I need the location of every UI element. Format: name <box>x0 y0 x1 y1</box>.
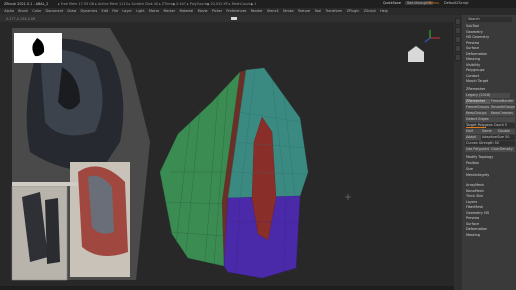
shelf-grip-handle[interactable] <box>231 17 237 20</box>
menu-help[interactable]: Help <box>380 8 388 15</box>
menu-file[interactable]: File <box>112 8 118 15</box>
adapt-button[interactable]: Adapt <box>465 135 481 140</box>
palette-section-geometry-hd[interactable]: Geometry HD <box>465 211 510 216</box>
palette-section-size[interactable]: Size <box>465 167 510 172</box>
target-polygons-slider[interactable]: Target Polygons Count 5 <box>465 123 515 128</box>
menu-preferences[interactable]: Preferences <box>226 8 246 15</box>
palette-section-surface[interactable]: Surface <box>465 46 492 51</box>
menu-transform[interactable]: Transform <box>325 8 342 15</box>
menu-tool[interactable]: Tool <box>315 8 322 15</box>
navigation-gizmo-icon[interactable] <box>408 30 440 62</box>
palette-section-masking[interactable]: Masking <box>465 57 492 62</box>
zremesher-legacy-button[interactable]: Legacy (2018) <box>465 93 510 98</box>
palette-section-polygroups[interactable]: Polygroups <box>465 68 492 73</box>
tray-button[interactable] <box>455 54 461 61</box>
menu-material[interactable]: Material <box>180 8 194 15</box>
palette-section-mesh-integrity[interactable]: MeshIntegrity <box>465 173 510 178</box>
palette-section-deformation[interactable]: Deformation <box>465 52 492 57</box>
menu-document[interactable]: Document <box>45 8 63 15</box>
menu-picker[interactable]: Picker <box>212 8 222 15</box>
zremesher-header[interactable]: ZRemesher <box>465 87 510 92</box>
menu-zscript[interactable]: ZScript <box>364 8 376 15</box>
keep-creases-button[interactable]: KeepCreases <box>490 111 515 116</box>
palette-section-hd-geometry[interactable]: HD Geometry <box>465 35 492 40</box>
menu-render[interactable]: Render <box>251 8 263 15</box>
use-polypaint-button[interactable]: Use Polypaint <box>465 147 490 152</box>
palette-section-masking[interactable]: Masking <box>465 233 510 238</box>
slider-fill <box>466 127 486 128</box>
palette-section-fiber-mesh[interactable]: FiberMesh <box>465 205 510 210</box>
silhouette-thumbnail[interactable] <box>14 33 62 63</box>
palette-section-preview[interactable]: Preview <box>465 216 510 221</box>
reference-image-panel <box>11 28 150 281</box>
menu-macro[interactable]: Macro <box>149 8 159 15</box>
palette-section-geometry[interactable]: Geometry <box>465 30 492 35</box>
detect-edges-button[interactable]: Detect Edges <box>465 117 515 122</box>
top-shelf: 0.277,0.134,0.06 <box>0 15 454 22</box>
palette-section-position[interactable]: Position <box>465 161 510 166</box>
tray-button[interactable] <box>455 18 461 25</box>
adaptive-size-slider[interactable]: AdaptiveSize 50 <box>481 135 515 140</box>
palette-section-surface[interactable]: Surface <box>465 222 510 227</box>
quicksave-button[interactable]: QuickSave <box>383 1 401 5</box>
menu-light[interactable]: Light <box>136 8 144 15</box>
palette-section-modify-topology[interactable]: Modify Topology <box>465 155 510 160</box>
menu-movie[interactable]: Movie <box>198 8 208 15</box>
double-button[interactable]: Double <box>497 129 515 134</box>
memory-info: ▸ Free Mem 17.93 GB ▸ Active Mem 1113 ▸ … <box>58 1 257 6</box>
menu-zplugin[interactable]: ZPlugin <box>347 8 360 15</box>
freeze-border-button[interactable]: FreezeBorder <box>490 99 515 104</box>
tray-button[interactable] <box>455 45 461 52</box>
palette-search-input[interactable]: Search <box>467 17 512 22</box>
palette-section-layers[interactable]: Layers <box>465 200 510 205</box>
tray-shortcut-strip <box>454 15 462 290</box>
tray-button[interactable] <box>455 36 461 43</box>
pivot-marker-icon <box>345 194 351 200</box>
menu-dynamics[interactable]: Dynamics <box>81 8 98 15</box>
menu-alpha[interactable]: Alpha <box>4 8 14 15</box>
menu-stencil[interactable]: Stencil <box>267 8 278 15</box>
palette-section-deformation[interactable]: Deformation <box>465 227 510 232</box>
menu-color[interactable]: Color <box>32 8 41 15</box>
curves-strength-slider[interactable]: Curves Strength 50 <box>465 141 515 146</box>
palette-section-subtool[interactable]: SubTool <box>465 24 492 29</box>
palette-section-array-mesh[interactable]: ArrayMesh <box>465 183 510 188</box>
title-bar: ZBrush 2021.5.1 - ABAL_2 ▸ Free Mem 17.9… <box>0 0 516 8</box>
zremesher-button[interactable]: ZRemesher <box>465 99 490 104</box>
menu-texture[interactable]: Texture <box>298 8 310 15</box>
default-zscript-button[interactable]: DefaultZScript <box>444 1 469 5</box>
menu-draw[interactable]: Draw <box>67 8 76 15</box>
app-title: ZBrush 2021.5.1 - ABAL_2 <box>4 1 49 6</box>
palette-section-nano-mesh[interactable]: NanoMesh <box>465 189 510 194</box>
freeze-groups-button[interactable]: FreezeGroups <box>465 105 490 110</box>
palette-section-visibility[interactable]: Visibility <box>465 63 492 68</box>
mesh-model[interactable] <box>159 67 309 279</box>
menu-marker[interactable]: Marker <box>164 8 176 15</box>
viewport-scene <box>11 28 440 281</box>
palette-section-morph-target[interactable]: Morph Target <box>465 79 492 84</box>
tray-button[interactable] <box>455 27 461 34</box>
palette-section-thick-skin[interactable]: Thick Skin <box>465 194 510 199</box>
menu-edit[interactable]: Edit <box>102 8 109 15</box>
tool-palette: Search SubTool Geometry HD Geometry Preview… <box>454 15 516 290</box>
smooth-groups-slider[interactable]: SmoothGroups 0 <box>490 105 515 110</box>
coordinate-readout: 0.277,0.134,0.06 <box>6 16 36 21</box>
color-density-slider[interactable]: ColorDensity <box>490 147 515 152</box>
bottom-shelf <box>0 286 454 290</box>
same-button[interactable]: Same <box>481 129 497 134</box>
viewport-canvas[interactable] <box>0 22 454 290</box>
palette-section-preview[interactable]: Preview <box>465 41 492 46</box>
menus-button[interactable]: Menus <box>428 1 439 5</box>
menu-layer[interactable]: Layer <box>122 8 131 15</box>
keep-groups-button[interactable]: KeepGroups <box>465 111 490 116</box>
half-button[interactable]: Half <box>465 129 481 134</box>
menu-brush[interactable]: Brush <box>18 8 28 15</box>
menu-stroke[interactable]: Stroke <box>283 8 294 15</box>
palette-section-contact[interactable]: Contact <box>465 74 492 79</box>
